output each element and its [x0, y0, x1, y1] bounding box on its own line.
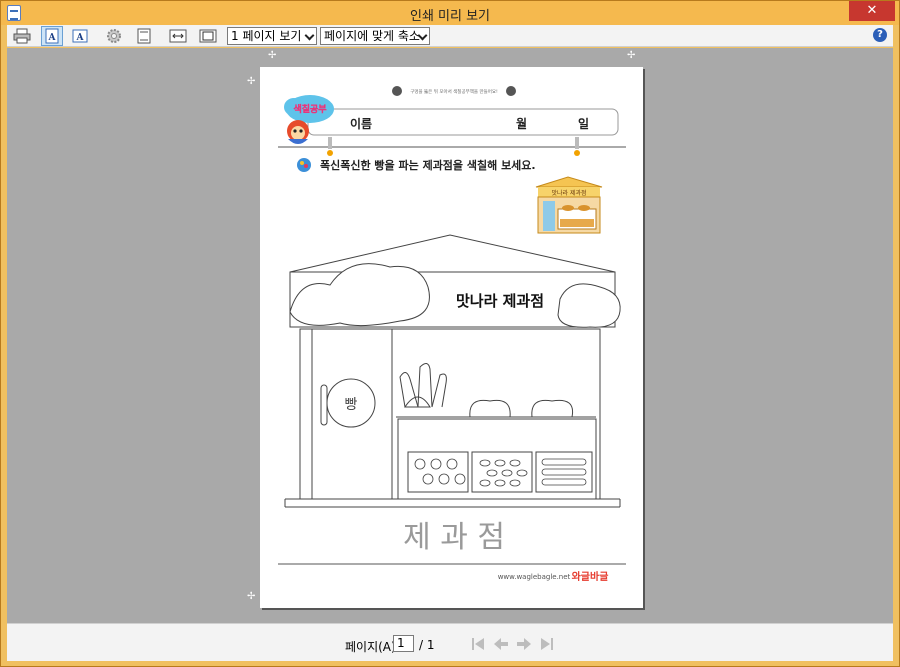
zoom-select[interactable]: 페이지에 맞게 축소 [320, 27, 430, 45]
page-number-input[interactable]: 1 [393, 635, 414, 652]
hole-notice: 구멍을 뚫은 뒤 모아서 색칠공부책을 만들어요! [410, 88, 498, 95]
name-label: 이름 [350, 116, 372, 131]
svg-text:A: A [76, 33, 85, 43]
brand-logo-text: 와글바글 [572, 570, 609, 583]
instruction-text: 폭신폭신한 빵을 파는 제과점을 색칠해 보세요. [320, 158, 536, 172]
last-page-icon[interactable] [538, 635, 556, 653]
next-page-icon[interactable] [515, 635, 533, 653]
preview-page: 구멍을 뚫은 뒤 모아서 색칠공부책을 만들어요! 이름 월 일 색칠공부 폭신… [260, 67, 643, 608]
coloring-sheet: 구멍을 뚫은 뒤 모아서 색칠공부책을 만들어요! 이름 월 일 색칠공부 폭신… [278, 86, 626, 583]
shop-sign-text: 맛나라 제과점 [456, 292, 544, 310]
previous-page-icon[interactable] [492, 635, 510, 653]
punch-hole-left [392, 86, 402, 96]
door-sign-text: 빵 [345, 397, 358, 413]
full-page-button[interactable] [197, 26, 219, 46]
toolbar: A A 1 페이지 보기 페이지에 맞게 축소 ? [7, 25, 893, 47]
print-preview-window: 인쇄 미리 보기 ✕ A A 1 페이지 보기 페이지에 맞게 축소 ? ✢ ✢… [0, 0, 900, 667]
palette-icon [297, 158, 311, 172]
header-footer-button[interactable] [133, 26, 155, 46]
printer-icon [13, 28, 31, 44]
full-page-icon [199, 29, 217, 43]
help-icon[interactable]: ? [873, 28, 887, 42]
header-footer-icon [137, 28, 151, 44]
page-view-select[interactable]: 1 페이지 보기 [227, 27, 317, 45]
print-button[interactable] [11, 26, 33, 46]
right-margin-handle[interactable]: ✢ [627, 51, 635, 61]
logo-text: 색칠공부 [293, 103, 326, 115]
title-bar[interactable]: 인쇄 미리 보기 ✕ [1, 1, 899, 25]
full-width-icon [169, 29, 187, 43]
bottom-margin-handle[interactable]: ✢ [247, 592, 255, 602]
close-button[interactable]: ✕ [849, 1, 895, 21]
full-width-button[interactable] [167, 26, 189, 46]
chevron-down-icon [304, 30, 315, 41]
page-view-value: 1 페이지 보기 [231, 29, 302, 43]
page-setup-button[interactable] [103, 26, 125, 46]
portrait-button[interactable]: A [41, 26, 63, 46]
page-total: / 1 [419, 638, 435, 652]
status-bar: 페이지(A) 1 / 1 [7, 623, 893, 661]
website-text: www.waglebagle.net [498, 573, 571, 581]
svg-text:A: A [48, 33, 57, 43]
landscape-button[interactable]: A [69, 26, 91, 46]
window-title: 인쇄 미리 보기 [409, 9, 491, 24]
first-page-icon[interactable] [469, 635, 487, 653]
thumbnail-sign: 맛나라 제과점 [551, 189, 586, 197]
gear-icon [107, 29, 121, 43]
top-margin-handle[interactable]: ✢ [247, 77, 255, 87]
zoom-value: 페이지에 맞게 축소 [324, 29, 420, 43]
portrait-page-icon: A [45, 28, 59, 44]
punch-hole-right [506, 86, 516, 96]
month-label: 월 [516, 116, 527, 131]
caption-text: 제 과 점 [403, 520, 505, 555]
page-number-label: 페이지(A) [345, 640, 396, 654]
bakery-drawing [284, 234, 621, 508]
left-margin-handle[interactable]: ✢ [268, 51, 276, 61]
preview-viewport[interactable]: ✢ ✢ ✢ ✢ 구멍을 뚫은 뒤 모아서 색칠공부책을 만들어요! 이름 월 일 [7, 48, 893, 623]
day-label: 일 [578, 117, 589, 131]
color-example-thumbnail: 맛나라 제과점 [535, 176, 603, 234]
landscape-page-icon: A [72, 29, 88, 43]
